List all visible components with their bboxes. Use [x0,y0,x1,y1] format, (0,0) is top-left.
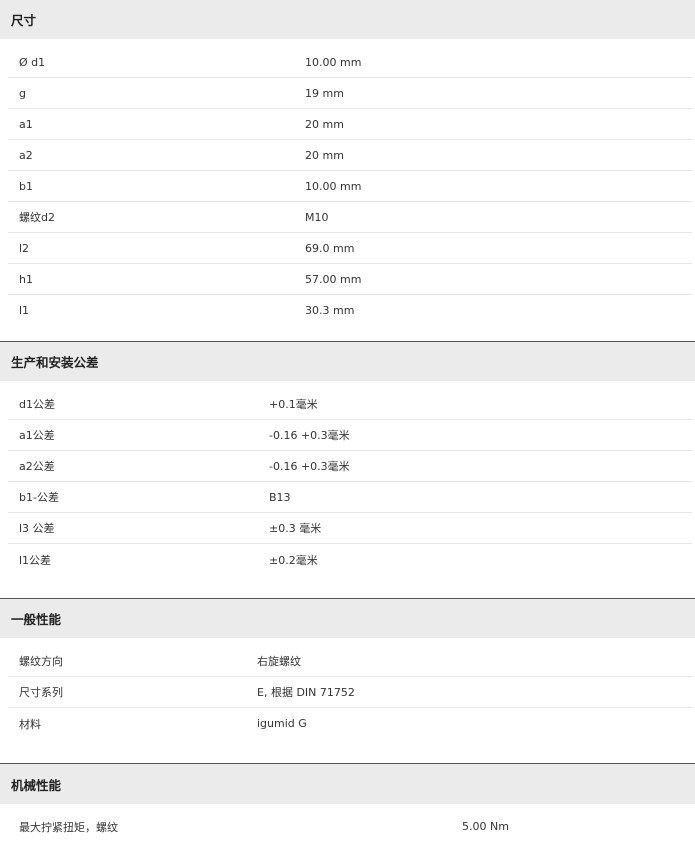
row-label: 材料 [19,717,41,731]
table-row: b1-公差 B13 [8,482,692,513]
table-row: l2 69.0 mm [8,233,692,264]
row-label: b1 [19,179,33,193]
row-label: a1公差 [19,429,55,442]
table-row: 螺纹d2 M10 [8,202,692,233]
row-label: l2 [19,241,30,255]
row-value: 20 mm [305,148,344,162]
row-value: E, 根据 DIN 71752 [257,686,355,699]
table-row: 尺寸系列 E, 根据 DIN 71752 [8,677,692,708]
section-title: 机械性能 [0,764,695,804]
row-value: 19 mm [305,86,344,100]
section-mechanical-properties: 机械性能 最大拧紧扭矩，螺纹 5.00 Nm [0,764,695,842]
table-row: h1 57.00 mm [8,264,692,295]
row-value: 右旋螺纹 [257,655,301,668]
section-tolerances: 生产和安装公差 d1公差 +0.1毫米 a1公差 -0.16 +0.3毫米 a2公差… [0,342,695,599]
row-value: -0.16 +0.3毫米 [269,429,350,442]
row-value: ±0.3 毫米 [269,522,322,535]
row-value: M10 [305,210,329,224]
row-label: b1-公差 [19,491,59,504]
section-dimensions: 尺寸 Ø d1 10.00 mm g 19 mm a1 20 mm a2 20 mm b… [0,0,695,342]
row-label: a1 [19,117,33,131]
table-row: b1 10.00 mm [8,171,692,202]
row-value: 10.00 mm [305,55,362,69]
row-label: 螺纹方向 [19,655,63,668]
section-general-properties: 一般性能 螺纹方向 右旋螺纹 尺寸系列 E, 根据 DIN 71752 材料 igum… [0,599,695,764]
row-label: g [19,86,26,100]
row-label: 尺寸系列 [19,686,63,699]
spec-table: 最大拧紧扭矩，螺纹 5.00 Nm [0,804,695,842]
spec-table: 螺纹方向 右旋螺纹 尺寸系列 E, 根据 DIN 71752 材料 igumid G [0,638,695,763]
row-value: igumid G [257,717,307,730]
table-row: a1 20 mm [8,109,692,140]
table-row: a2公差 -0.16 +0.3毫米 [8,451,692,482]
row-value: 10.00 mm [305,179,362,193]
table-row: 螺纹方向 右旋螺纹 [8,646,692,677]
section-title: 一般性能 [0,599,695,638]
row-value: B13 [269,490,291,504]
section-title: 生产和安装公差 [0,342,695,381]
row-value: +0.1毫米 [269,398,318,411]
row-label: 最大拧紧扭矩，螺纹 [19,820,118,834]
table-row: a2 20 mm [8,140,692,171]
row-label: d1公差 [19,398,55,411]
row-label: l1 [19,304,30,317]
spec-table: Ø d1 10.00 mm g 19 mm a1 20 mm a2 20 mm b1 10… [0,39,695,341]
table-row: d1公差 +0.1毫米 [8,389,692,420]
table-row: 材料 igumid G [8,708,692,739]
row-label: a2 [19,148,33,162]
row-value: 30.3 mm [305,304,355,317]
row-label: h1 [19,272,33,286]
row-label: Ø d1 [19,55,46,69]
row-value: 69.0 mm [305,241,355,255]
row-label: l3 公差 [19,522,55,535]
table-row: l1公差 ±0.2毫米 [8,544,692,575]
section-title: 尺寸 [0,0,695,39]
row-label: a2公差 [19,460,55,473]
table-row: 最大拧紧扭矩，螺纹 5.00 Nm [8,811,692,842]
row-label: 螺纹d2 [19,211,55,224]
row-value: ±0.2毫米 [269,553,318,567]
row-value: 20 mm [305,117,344,131]
row-label: l1公差 [19,553,52,567]
table-row: l1 30.3 mm [8,295,692,326]
table-row: a1公差 -0.16 +0.3毫米 [8,420,692,451]
spec-table: d1公差 +0.1毫米 a1公差 -0.16 +0.3毫米 a2公差 -0.16 +0… [0,381,695,598]
table-row: Ø d1 10.00 mm [8,47,692,78]
row-value: -0.16 +0.3毫米 [269,460,350,473]
row-value: 57.00 mm [305,272,362,286]
row-value: 5.00 Nm [462,820,509,833]
table-row: l3 公差 ±0.3 毫米 [8,513,692,544]
table-row: g 19 mm [8,78,692,109]
